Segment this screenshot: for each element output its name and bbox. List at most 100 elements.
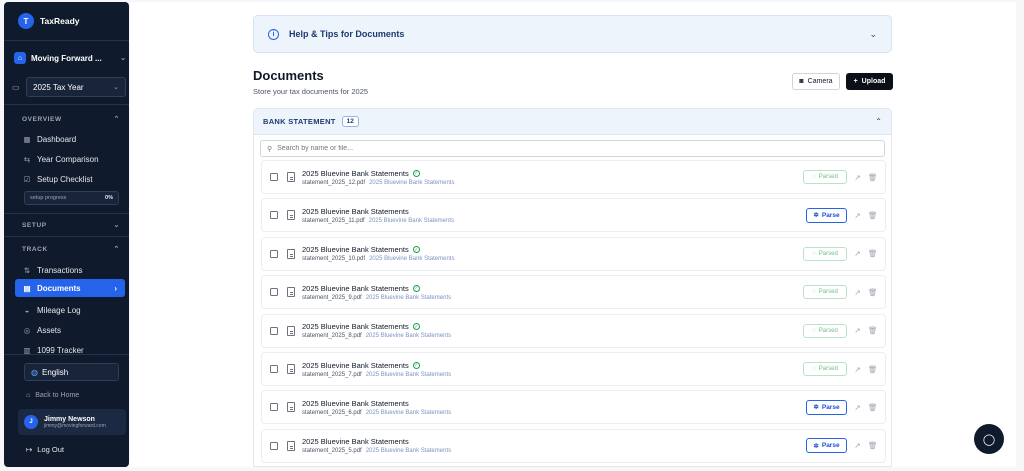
row-checkbox[interactable] bbox=[270, 288, 278, 297]
document-row[interactable]: 2025 Bluevine Bank Statements statement_… bbox=[261, 428, 886, 463]
trash-icon[interactable]: 🗑 bbox=[868, 249, 878, 258]
home-icon: ⌂ bbox=[26, 392, 31, 399]
document-row[interactable]: 2025 Bluevine Bank Statements ✓ statemen… bbox=[261, 236, 886, 271]
sidebar-item-year-comparison[interactable]: ⇆ Year Comparison bbox=[15, 150, 125, 168]
upload-button[interactable]: + Upload bbox=[846, 73, 893, 90]
check-circle-icon: ◌ bbox=[812, 250, 816, 257]
divider bbox=[4, 236, 129, 237]
trash-icon[interactable]: 🗑 bbox=[868, 173, 878, 182]
document-title[interactable]: 2025 Bluevine Bank Statements bbox=[302, 207, 409, 216]
sidebar-item-label: Year Comparison bbox=[37, 154, 99, 164]
parsed-status-button[interactable]: ◌ Parsed bbox=[803, 285, 847, 300]
document-title[interactable]: 2025 Bluevine Bank Statements bbox=[302, 437, 409, 446]
row-text: 2025 Bluevine Bank Statements ✓ statemen… bbox=[302, 245, 454, 262]
document-title[interactable]: 2025 Bluevine Bank Statements bbox=[302, 284, 409, 293]
trash-icon[interactable]: 🗑 bbox=[868, 326, 878, 335]
section-header[interactable]: BANK STATEMENT 12 ⌃ bbox=[254, 109, 891, 135]
sidebar-item-mileage-log[interactable]: ◒ Mileage Log bbox=[15, 301, 125, 319]
external-link-icon[interactable]: ↗ bbox=[853, 441, 862, 450]
sidebar: T TaxReady ⌂ Moving Forward ... ⌄ ▭ 2025… bbox=[4, 2, 129, 467]
sidebar-item-assets[interactable]: ◎ Assets bbox=[15, 321, 125, 339]
check-circle-icon: ◌ bbox=[812, 289, 816, 296]
user-card[interactable]: J Jimmy Newson jimmy@movingforward.com bbox=[18, 409, 126, 435]
external-link-icon[interactable]: ↗ bbox=[853, 173, 862, 182]
parsed-status-button[interactable]: ◌ Parsed bbox=[803, 170, 847, 184]
document-filename: statement_2025_12.pdf bbox=[302, 179, 366, 186]
logout-icon: ↦ bbox=[26, 445, 33, 454]
external-link-icon[interactable]: ↗ bbox=[853, 288, 862, 297]
document-filename: statement_2025_7.pdf bbox=[302, 371, 362, 378]
document-title[interactable]: 2025 Bluevine Bank Statements bbox=[302, 399, 409, 408]
trash-icon[interactable]: 🗑 bbox=[868, 288, 878, 297]
document-tag: 2025 Bluevine Bank Statements bbox=[365, 333, 452, 340]
row-text: 2025 Bluevine Bank Statements statement_… bbox=[302, 207, 454, 224]
row-actions: ◌ Parsed ↗ 🗑 bbox=[803, 246, 878, 261]
parsed-status-button[interactable]: ◌ Parsed bbox=[803, 362, 847, 376]
document-row[interactable]: 2025 Bluevine Bank Statements ✓ statemen… bbox=[261, 313, 886, 348]
document-row[interactable]: 2025 Bluevine Bank Statements ✓ statemen… bbox=[261, 160, 886, 194]
row-checkbox[interactable] bbox=[270, 441, 278, 450]
document-tag: 2025 Bluevine Bank Statements bbox=[369, 179, 455, 186]
tax-year-select[interactable]: 2025 Tax Year ⌄ bbox=[26, 77, 126, 97]
sidebar-item-label: Setup Checklist bbox=[37, 174, 93, 184]
external-link-icon[interactable]: ↗ bbox=[853, 403, 862, 412]
help-tips-panel[interactable]: i Help & Tips for Documents ⌄ bbox=[253, 15, 892, 53]
parsed-status-button[interactable]: ◌ Parsed bbox=[803, 246, 847, 261]
trash-icon[interactable]: 🗑 bbox=[868, 441, 878, 450]
nav-section-setup[interactable]: SETUP ⌄ bbox=[22, 221, 120, 230]
document-title[interactable]: 2025 Bluevine Bank Statements bbox=[302, 245, 409, 254]
document-row[interactable]: 2025 Bluevine Bank Statements ✓ statemen… bbox=[261, 352, 886, 386]
logout-button[interactable]: ↦ Log Out bbox=[26, 445, 64, 454]
camera-icon: ◙ bbox=[799, 78, 804, 85]
external-link-icon[interactable]: ↗ bbox=[853, 211, 862, 220]
row-checkbox[interactable] bbox=[270, 403, 278, 412]
document-row[interactable]: 2025 Bluevine Bank Statements ✓ statemen… bbox=[261, 275, 886, 310]
check-circle-icon: ✓ bbox=[412, 246, 420, 254]
external-link-icon[interactable]: ↗ bbox=[853, 249, 862, 258]
document-title[interactable]: 2025 Bluevine Bank Statements bbox=[302, 322, 409, 331]
bank-statement-section: BANK STATEMENT 12 ⌃ ⚲ 2025 Bluevine Bank… bbox=[253, 108, 892, 467]
nav-section-track[interactable]: TRACK ⌃ bbox=[22, 245, 120, 254]
sidebar-item-1099-tracker[interactable]: ▥ 1099 Tracker bbox=[15, 341, 125, 359]
sidebar-item-transactions[interactable]: ⇅ Transactions bbox=[15, 261, 125, 279]
chat-button[interactable]: ◯ bbox=[974, 424, 1004, 454]
check-circle-icon: ✓ bbox=[412, 361, 420, 369]
brand[interactable]: T TaxReady bbox=[18, 13, 80, 29]
chevron-down-icon: ⌄ bbox=[120, 55, 126, 62]
trash-icon[interactable]: 🗑 bbox=[868, 403, 878, 412]
business-switcher[interactable]: ⌂ Moving Forward ... ⌄ bbox=[14, 48, 126, 68]
nav-section-overview[interactable]: OVERVIEW ⌃ bbox=[22, 115, 120, 124]
file-icon bbox=[287, 364, 295, 374]
sidebar-item-label: Mileage Log bbox=[37, 305, 81, 315]
document-title[interactable]: 2025 Bluevine Bank Statements bbox=[302, 361, 409, 370]
sidebar-item-setup-checklist[interactable]: ☑ Setup Checklist bbox=[15, 170, 125, 188]
row-checkbox[interactable] bbox=[270, 211, 278, 220]
parse-button[interactable]: ✲ Parse bbox=[806, 207, 847, 223]
parse-button[interactable]: ✲ Parse bbox=[806, 438, 847, 454]
search-input[interactable] bbox=[277, 145, 578, 152]
back-to-home-link[interactable]: ⌂ Back to Home bbox=[26, 392, 79, 399]
sidebar-item-label: Dashboard bbox=[37, 134, 77, 144]
row-text: 2025 Bluevine Bank Statements statement_… bbox=[302, 399, 451, 416]
external-link-icon[interactable]: ↗ bbox=[853, 326, 862, 335]
language-select[interactable]: ◍ English bbox=[24, 363, 119, 381]
document-row[interactable]: 2025 Bluevine Bank Statements statement_… bbox=[261, 198, 886, 233]
camera-button[interactable]: ◙ Camera bbox=[792, 73, 840, 90]
sidebar-item-dashboard[interactable]: ▦ Dashboard bbox=[15, 130, 125, 148]
parsed-status-button[interactable]: ◌ Parsed bbox=[803, 323, 847, 338]
document-row[interactable]: 2025 Bluevine Bank Statements statement_… bbox=[261, 390, 886, 425]
setup-progress: setup progress 0% bbox=[24, 191, 119, 205]
file-icon bbox=[287, 402, 295, 413]
row-checkbox[interactable] bbox=[270, 326, 278, 335]
trash-icon[interactable]: 🗑 bbox=[868, 365, 878, 374]
row-checkbox[interactable] bbox=[270, 173, 278, 181]
external-link-icon[interactable]: ↗ bbox=[853, 365, 862, 374]
check-circle-icon: ✓ bbox=[412, 323, 420, 331]
document-title[interactable]: 2025 Bluevine Bank Statements bbox=[302, 169, 409, 178]
trash-icon[interactable]: 🗑 bbox=[868, 211, 878, 220]
row-checkbox[interactable] bbox=[270, 365, 278, 373]
sidebar-item-documents[interactable]: ▤ Documents › bbox=[15, 279, 125, 297]
parse-button[interactable]: ✲ Parse bbox=[806, 399, 847, 415]
row-checkbox[interactable] bbox=[270, 249, 278, 258]
setup-progress-label: setup progress bbox=[30, 195, 67, 201]
